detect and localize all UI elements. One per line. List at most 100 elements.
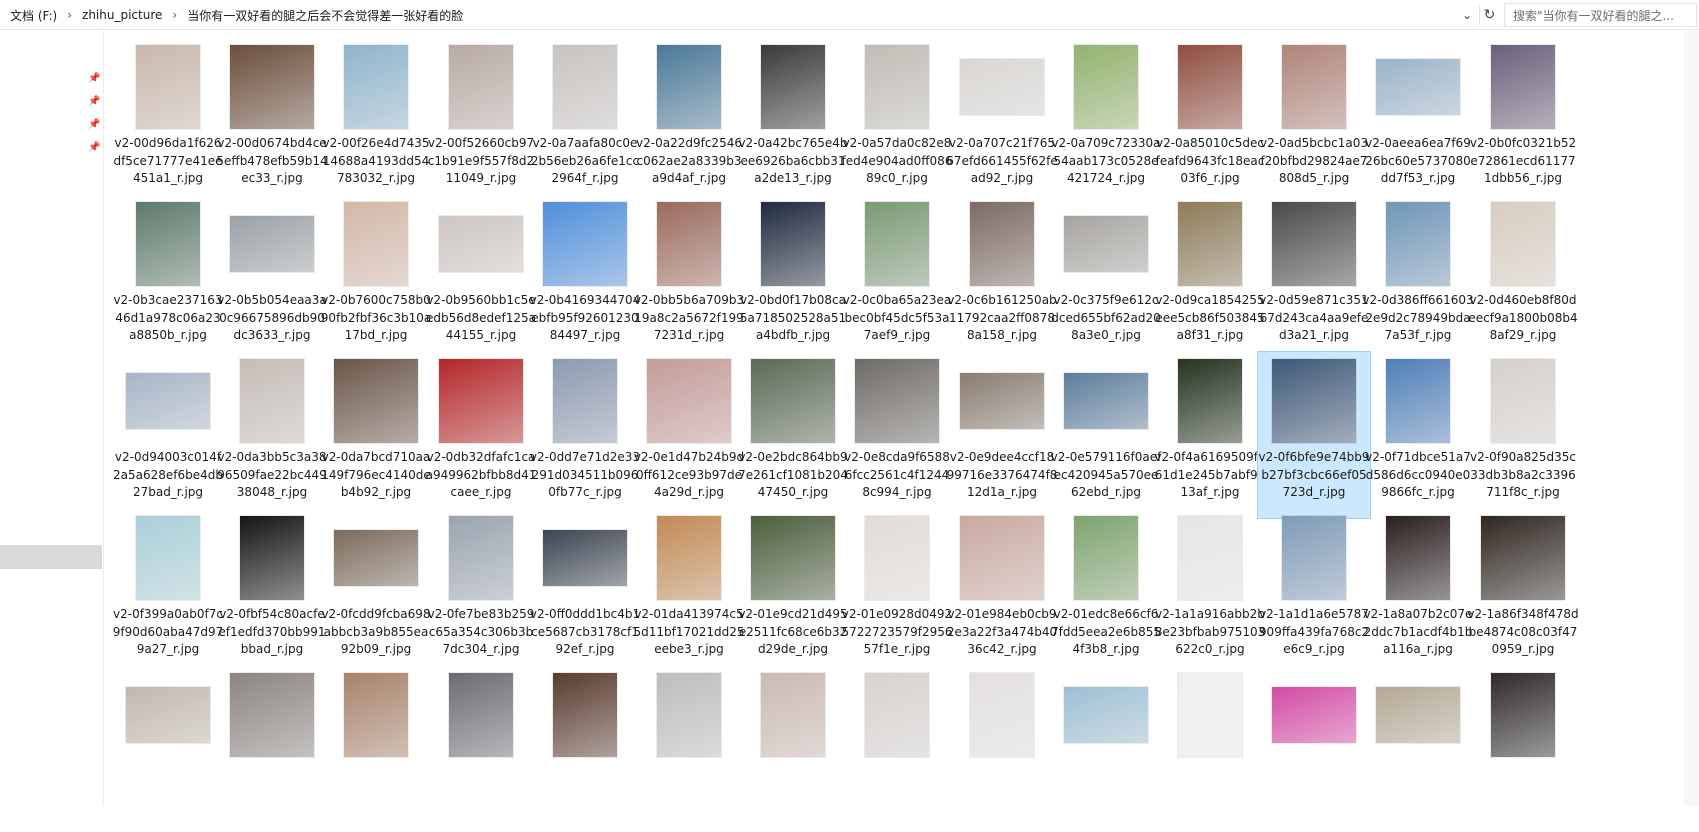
image-thumbnail[interactable] <box>553 45 617 129</box>
file-grid[interactable]: v2-00d96da1f626df5ce71777e41ee451a1_r.jp… <box>113 38 1699 806</box>
image-thumbnail[interactable] <box>1282 45 1346 129</box>
image-thumbnail[interactable] <box>1272 687 1356 743</box>
image-thumbnail[interactable] <box>334 530 418 586</box>
file-item[interactable]: v2-00f26e4d743514688a4193dd54783032_r.jp… <box>320 38 432 204</box>
pin-icon[interactable]: 📌 <box>88 73 100 85</box>
file-item[interactable]: v2-0f71dbce51a7d586d6cc0940e09866fc_r.jp… <box>1362 352 1474 518</box>
file-item[interactable] <box>320 666 432 832</box>
image-thumbnail[interactable] <box>1491 202 1555 286</box>
image-thumbnail[interactable] <box>1386 359 1450 443</box>
image-thumbnail[interactable] <box>136 202 200 286</box>
image-thumbnail[interactable] <box>657 45 721 129</box>
file-item[interactable]: v2-0b7600c758b090fb2fbf36c3b10a17bd_r.jp… <box>320 195 432 361</box>
image-thumbnail[interactable] <box>126 373 210 429</box>
file-item[interactable] <box>946 666 1058 832</box>
file-item[interactable] <box>841 666 953 832</box>
image-thumbnail[interactable] <box>1376 687 1460 743</box>
image-thumbnail[interactable] <box>1178 202 1242 286</box>
image-thumbnail[interactable] <box>1272 202 1356 286</box>
file-item[interactable]: v2-01da413974c55d11bf17021dd25eebe3_r.jp… <box>633 509 745 675</box>
file-item[interactable]: v2-0b9560bb1c5eedb56d8edef125a44155_r.jp… <box>425 195 537 361</box>
file-item[interactable] <box>1050 666 1162 832</box>
file-item[interactable] <box>1467 666 1579 832</box>
file-item[interactable] <box>1362 666 1474 832</box>
image-thumbnail[interactable] <box>1074 45 1138 129</box>
image-thumbnail[interactable] <box>1178 516 1242 600</box>
file-item[interactable]: v2-0e1d47b24b9d0ff612ce93b97de4a29d_r.jp… <box>633 352 745 518</box>
image-thumbnail[interactable] <box>751 516 835 600</box>
file-item[interactable]: v2-01e9cd21d495e2511fc68ce6b32d29de_r.jp… <box>737 509 849 675</box>
file-item[interactable]: v2-0f6bfe9e74bb9b27bf3cbc66ef05723d_r.jp… <box>1257 351 1371 519</box>
image-thumbnail[interactable] <box>136 45 200 129</box>
file-item[interactable]: v2-0fbf54c80acfeef1edfd370bb991bbad_r.jp… <box>216 509 328 675</box>
image-thumbnail[interactable] <box>230 216 314 272</box>
file-item[interactable]: v2-0c0ba65a23eabec0bf45dc5f53a7aef9_r.jp… <box>841 195 953 361</box>
image-thumbnail[interactable] <box>960 516 1044 600</box>
file-item[interactable] <box>737 666 849 832</box>
image-thumbnail[interactable] <box>553 673 617 757</box>
image-thumbnail[interactable] <box>240 359 304 443</box>
file-item[interactable]: v2-0b3cae23716346d1a978c06a23a8850b_r.jp… <box>112 195 224 361</box>
image-thumbnail[interactable] <box>657 673 721 757</box>
file-item[interactable]: v2-0d386ff6616032e9d2c78949bda7a53f_r.jp… <box>1362 195 1474 361</box>
file-item[interactable] <box>633 666 745 832</box>
file-item[interactable]: v2-1a1d1a6e5787909ffa439fa768c2e6c9_r.jp… <box>1258 509 1370 675</box>
pin-icon[interactable]: 📌 <box>88 142 100 154</box>
image-thumbnail[interactable] <box>344 202 408 286</box>
file-item[interactable]: v2-0b0fc0321b52e72861ecd611771dbb56_r.jp… <box>1467 38 1579 204</box>
image-thumbnail[interactable] <box>647 359 731 443</box>
file-item[interactable]: v2-0fe7be83b259c65a354c306b3b7dc304_r.jp… <box>425 509 537 675</box>
chevron-right-icon[interactable]: › <box>61 8 78 22</box>
breadcrumb[interactable]: 文档 (F:) › zhihu_picture › 当你有一双好看的腿之后会不会… <box>0 0 1466 30</box>
file-item[interactable]: v2-0dd7e71d2e33291d034511b0960fb77c_r.jp… <box>529 352 641 518</box>
file-item[interactable]: v2-0d9ca1854255eee5cb86f503845a8f31_r.jp… <box>1154 195 1266 361</box>
file-item[interactable]: v2-00d0674bd4ce5effb478efb59b14ec33_r.jp… <box>216 38 328 204</box>
file-item[interactable]: v2-0aeea6ea7f6926bc60e5737080dd7f53_r.jp… <box>1362 38 1474 204</box>
pin-icon[interactable]: 📌 <box>88 96 100 108</box>
file-item[interactable]: v2-0b4169344704ebfb95f9260123084497_r.jp… <box>529 195 641 361</box>
file-item[interactable]: v2-0e579116f0aefec420945a570ee62ebd_r.jp… <box>1050 352 1162 518</box>
image-thumbnail[interactable] <box>1178 45 1242 129</box>
image-thumbnail[interactable] <box>1282 516 1346 600</box>
image-thumbnail[interactable] <box>334 359 418 443</box>
file-item[interactable]: v2-0fcdd9fcba698abbcb3a9b855ea92b09_r.jp… <box>320 509 432 675</box>
image-thumbnail[interactable] <box>865 673 929 757</box>
file-item[interactable]: v2-0b5b054eaa3a0c96675896db90dc3633_r.jp… <box>216 195 328 361</box>
file-item[interactable]: v2-0e8cda9f65886fcc2561c4f12448c994_r.jp… <box>841 352 953 518</box>
image-thumbnail[interactable] <box>1178 359 1242 443</box>
file-item[interactable]: v2-0a707c21f76567efd661455f62fead92_r.jp… <box>946 38 1058 204</box>
image-thumbnail[interactable] <box>960 373 1044 429</box>
file-item[interactable]: v2-0db32dfafc1caa949962bfbb8d41caee_r.jp… <box>425 352 537 518</box>
image-thumbnail[interactable] <box>1178 673 1242 757</box>
file-item[interactable]: v2-0e9dee4ccf1899716e3376474f812d1a_r.jp… <box>946 352 1058 518</box>
image-thumbnail[interactable] <box>960 59 1044 115</box>
file-item[interactable]: v2-0c6b161250ab11792caa2ff08788a158_r.jp… <box>946 195 1058 361</box>
file-item[interactable]: v2-0ad5bcbc1a03f20bfbd29824ae7808d5_r.jp… <box>1258 38 1370 204</box>
breadcrumb-drive[interactable]: 文档 (F:) <box>6 7 61 24</box>
file-item[interactable] <box>1154 666 1266 832</box>
image-thumbnail[interactable] <box>1272 359 1356 443</box>
file-item[interactable]: v2-0a42bc765e4bee6926ba6cbb31a2de13_r.jp… <box>737 38 849 204</box>
file-item[interactable]: v2-0f90a825d35c33db3b8a2c3396711f8c_r.jp… <box>1467 352 1579 518</box>
image-thumbnail[interactable] <box>439 359 523 443</box>
chevron-down-icon[interactable]: ⌄ <box>1459 6 1475 24</box>
image-thumbnail[interactable] <box>865 202 929 286</box>
image-thumbnail[interactable] <box>1386 516 1450 600</box>
file-item[interactable]: v2-00d96da1f626df5ce71777e41ee451a1_r.jp… <box>112 38 224 204</box>
pin-icon[interactable]: 📌 <box>88 119 100 131</box>
image-thumbnail[interactable] <box>543 202 627 286</box>
file-item[interactable]: v2-0bb5b6a709b319a8c2a5672f1997231d_r.jp… <box>633 195 745 361</box>
file-item[interactable]: v2-00f52660cb97c1b91e9f557f8d211049_r.jp… <box>425 38 537 204</box>
search-input[interactable]: 搜索"当你有一双好看的腿之... <box>1504 3 1697 27</box>
image-thumbnail[interactable] <box>761 202 825 286</box>
chevron-right-icon[interactable]: › <box>166 8 183 22</box>
image-thumbnail[interactable] <box>240 516 304 600</box>
file-item[interactable]: v2-0bd0f17b08ca5a718502528a51a4bdfb_r.jp… <box>737 195 849 361</box>
image-thumbnail[interactable] <box>855 359 939 443</box>
image-thumbnail[interactable] <box>553 359 617 443</box>
image-thumbnail[interactable] <box>657 202 721 286</box>
file-item[interactable]: v2-0d94003c014f2a5a628ef6be4db27bad_r.jp… <box>112 352 224 518</box>
image-thumbnail[interactable] <box>439 216 523 272</box>
file-item[interactable]: v2-0a57da0c82e8fed4e904ad0ff08689c0_r.jp… <box>841 38 953 204</box>
refresh-icon[interactable]: ↻ <box>1479 5 1499 25</box>
